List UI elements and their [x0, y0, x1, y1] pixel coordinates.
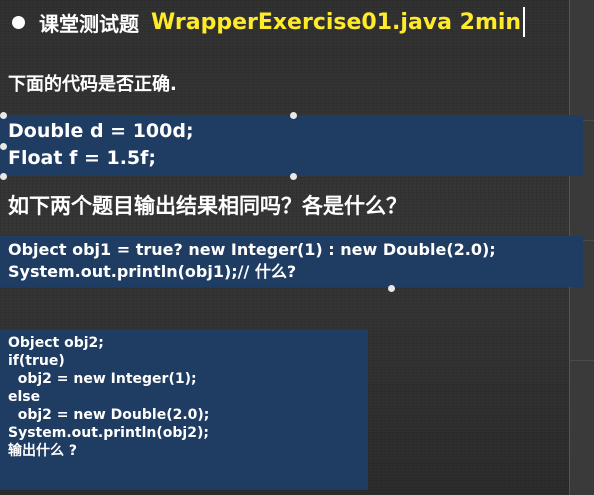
selection-handle-icon[interactable]	[388, 285, 395, 292]
code-line: Float f = 1.5f;	[8, 147, 157, 169]
code-line: if(true)	[8, 353, 65, 369]
code-line: Object obj1 = true? new Integer(1) : new…	[8, 240, 496, 259]
title-chinese: 课堂测试题	[39, 11, 139, 36]
code-line: obj2 = new Double(2.0);	[8, 407, 210, 423]
selection-handle-icon[interactable]	[0, 173, 7, 180]
code-box-3[interactable]: Object obj2; if(true) obj2 = new Integer…	[0, 330, 368, 490]
question-text: 如下两个题目输出结果相同吗？各是什么？	[8, 194, 407, 218]
code-line: Double d = 100d;	[8, 120, 194, 142]
code-line: else	[8, 389, 41, 405]
code-line: System.out.println(obj1);// 什么?	[8, 262, 297, 281]
code-box-2[interactable]: Object obj1 = true? new Integer(1) : new…	[0, 236, 583, 287]
selection-handle-icon[interactable]	[290, 112, 297, 119]
code-line: 输出什么 ?	[8, 443, 77, 459]
selection-handle-icon[interactable]	[0, 143, 7, 150]
selection-handle-icon[interactable]	[0, 112, 7, 119]
code-line: System.out.println(obj2);	[8, 425, 209, 441]
selection-handle-icon[interactable]	[290, 173, 297, 180]
code-box-1[interactable]: Double d = 100d; Float f = 1.5f;	[0, 115, 583, 176]
title-filename: WrapperExercise01.java 2min	[151, 9, 522, 35]
slide-title: 课堂测试题 WrapperExercise01.java 2min	[4, 2, 526, 42]
text-cursor	[523, 7, 526, 37]
code-line: obj2 = new Integer(1);	[8, 371, 197, 387]
subtitle-text: 下面的代码是否正确.	[8, 74, 177, 95]
code-line: Object obj2;	[8, 335, 104, 351]
bullet-icon	[12, 15, 25, 29]
